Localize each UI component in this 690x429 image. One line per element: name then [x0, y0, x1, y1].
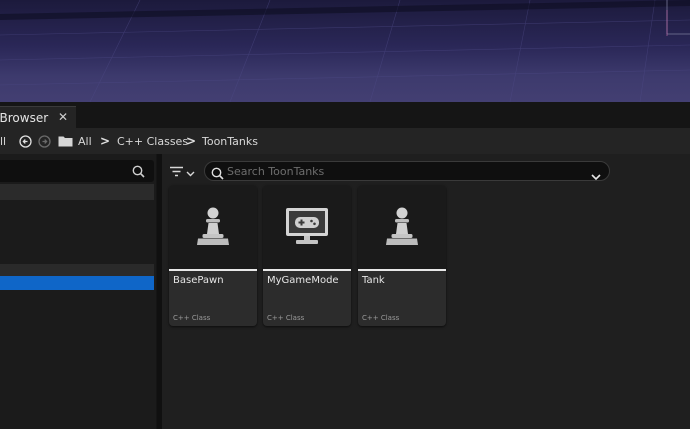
filter-icon	[170, 162, 183, 181]
folder-tree-row[interactable]	[0, 264, 154, 276]
tab-bar: t Browser ✕	[0, 102, 690, 128]
sidebar-toggle-label[interactable]: ll	[0, 128, 6, 154]
navigation-bar: ll All > C++ Classes > ToonTanks	[0, 128, 690, 154]
folder-tree-row-selected[interactable]	[0, 276, 154, 290]
breadcrumb-separator[interactable]: >	[186, 128, 196, 154]
breadcrumb-all[interactable]: All	[78, 128, 92, 154]
asset-tile-basepawn[interactable]: BasePawn C++ Class	[169, 185, 257, 326]
asset-view: BasePawn C++ Class MyGameMode C++ Class	[162, 154, 690, 429]
asset-name: Tank	[362, 275, 385, 286]
game-mode-icon	[286, 208, 328, 244]
level-viewport[interactable]	[0, 0, 690, 102]
search-input[interactable]	[227, 163, 587, 179]
close-icon[interactable]: ✕	[58, 110, 68, 124]
breadcrumb-cpp-classes[interactable]: C++ Classes	[117, 128, 188, 154]
search-icon[interactable]	[132, 163, 145, 182]
asset-tile-mygamemode[interactable]: MyGameMode C++ Class	[263, 185, 351, 326]
asset-thumbnail	[358, 185, 446, 269]
folder-icon[interactable]	[58, 128, 73, 154]
breadcrumb-toontanks[interactable]: ToonTanks	[202, 128, 258, 154]
sources-header	[0, 184, 154, 200]
chevron-down-icon	[186, 162, 195, 181]
asset-name: MyGameMode	[267, 275, 339, 286]
asset-tile-tank[interactable]: Tank C++ Class	[358, 185, 446, 326]
tab-title: t Browser	[0, 111, 49, 125]
pawn-icon	[197, 207, 229, 245]
asset-thumbnail	[169, 185, 257, 269]
back-icon[interactable]	[19, 128, 32, 154]
forward-icon[interactable]	[38, 128, 51, 154]
asset-name: BasePawn	[173, 275, 224, 286]
asset-search-box[interactable]	[204, 161, 610, 181]
asset-type: C++ Class	[362, 314, 400, 322]
tab-content-browser[interactable]: t Browser ✕	[0, 106, 76, 128]
search-icon	[211, 165, 224, 184]
asset-type-stripe	[358, 269, 446, 271]
asset-type-stripe	[169, 269, 257, 271]
sources-search-field[interactable]	[0, 160, 154, 182]
breadcrumb-separator[interactable]: >	[100, 128, 110, 154]
asset-type: C++ Class	[173, 314, 211, 322]
chevron-down-icon[interactable]	[591, 166, 601, 185]
sources-panel	[0, 154, 156, 429]
asset-thumbnail	[263, 185, 351, 269]
viewport-grid	[0, 0, 690, 102]
asset-type: C++ Class	[267, 314, 305, 322]
filter-button[interactable]	[170, 162, 195, 180]
asset-type-stripe	[263, 269, 351, 271]
pawn-icon	[386, 207, 418, 245]
